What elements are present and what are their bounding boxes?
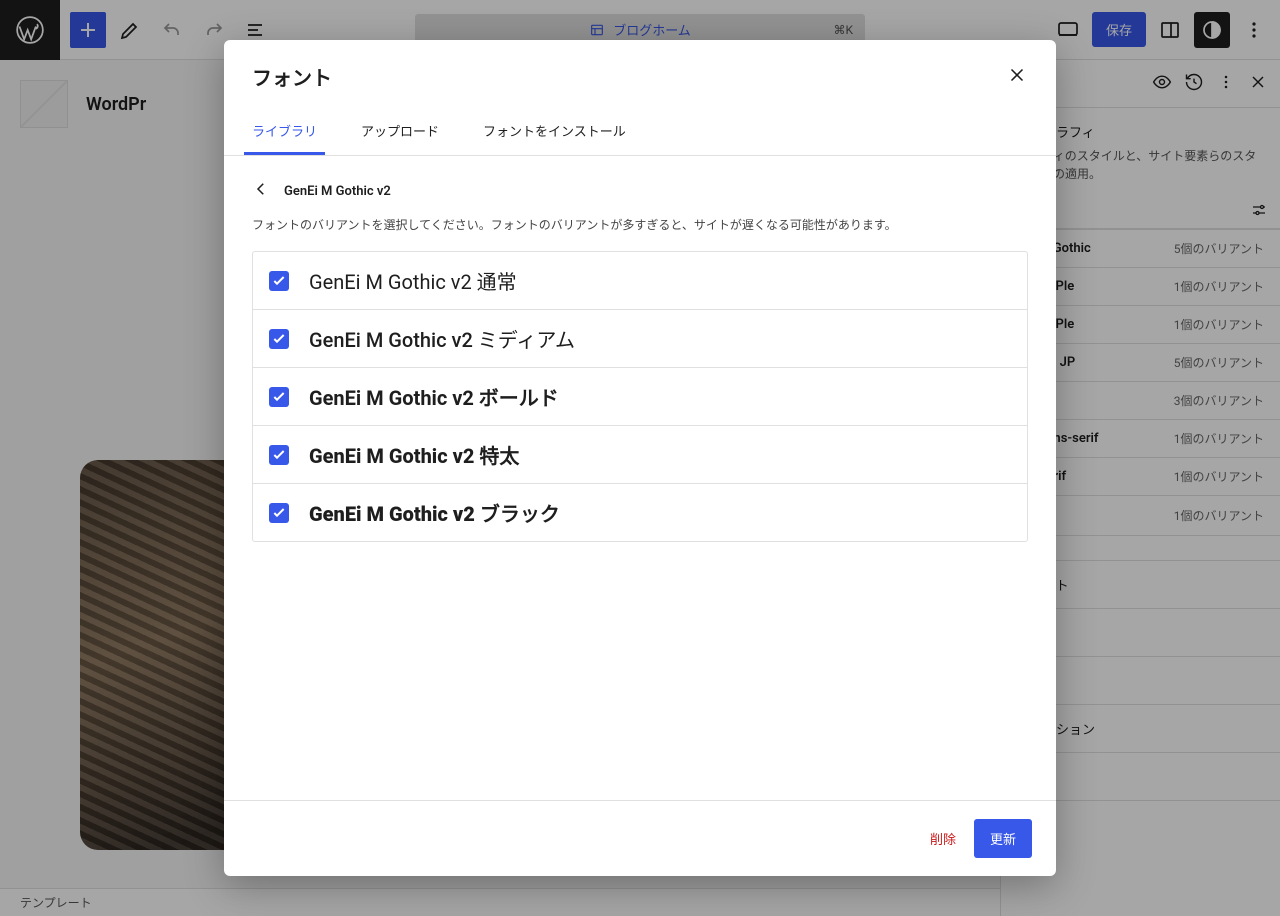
- variant-row[interactable]: GenEi M Gothic v2 通常: [253, 252, 1027, 310]
- variant-label: GenEi M Gothic v2 ミディアム: [309, 324, 575, 353]
- delete-button[interactable]: 削除: [930, 829, 956, 848]
- font-family-name: GenEi M Gothic v2: [284, 184, 391, 199]
- modal-overlay: フォント ライブラリアップロードフォントをインストール GenEi M Goth…: [0, 0, 1280, 916]
- variant-row[interactable]: GenEi M Gothic v2 特太: [253, 426, 1027, 484]
- font-modal: フォント ライブラリアップロードフォントをインストール GenEi M Goth…: [224, 40, 1056, 876]
- checkbox-icon[interactable]: [269, 271, 289, 291]
- variant-row[interactable]: GenEi M Gothic v2 ミディアム: [253, 310, 1027, 368]
- variant-row[interactable]: GenEi M Gothic v2 ブラック: [253, 484, 1027, 541]
- back-icon[interactable]: [252, 180, 270, 202]
- variant-row[interactable]: GenEi M Gothic v2 ボールド: [253, 368, 1027, 426]
- update-button[interactable]: 更新: [974, 819, 1032, 858]
- checkbox-icon[interactable]: [269, 387, 289, 407]
- modal-tabs: ライブラリアップロードフォントをインストール: [224, 109, 1056, 156]
- checkbox-icon[interactable]: [269, 329, 289, 349]
- checkbox-icon[interactable]: [269, 445, 289, 465]
- variant-label: GenEi M Gothic v2 ブラック: [309, 498, 560, 527]
- variant-label: GenEi M Gothic v2 通常: [309, 266, 517, 295]
- tab-0[interactable]: ライブラリ: [244, 109, 325, 155]
- checkbox-icon[interactable]: [269, 503, 289, 523]
- variant-list: GenEi M Gothic v2 通常 GenEi M Gothic v2 ミデ…: [252, 251, 1028, 542]
- variant-label: GenEi M Gothic v2 特太: [309, 440, 519, 469]
- variant-hint: フォントのバリアントを選択してください。フォントのバリアントが多すぎると、サイト…: [252, 216, 1028, 233]
- modal-title: フォント: [252, 62, 332, 91]
- variant-label: GenEi M Gothic v2 ボールド: [309, 382, 559, 411]
- tab-2[interactable]: フォントをインストール: [475, 109, 634, 155]
- tab-1[interactable]: アップロード: [353, 109, 447, 155]
- close-icon[interactable]: [1006, 64, 1028, 90]
